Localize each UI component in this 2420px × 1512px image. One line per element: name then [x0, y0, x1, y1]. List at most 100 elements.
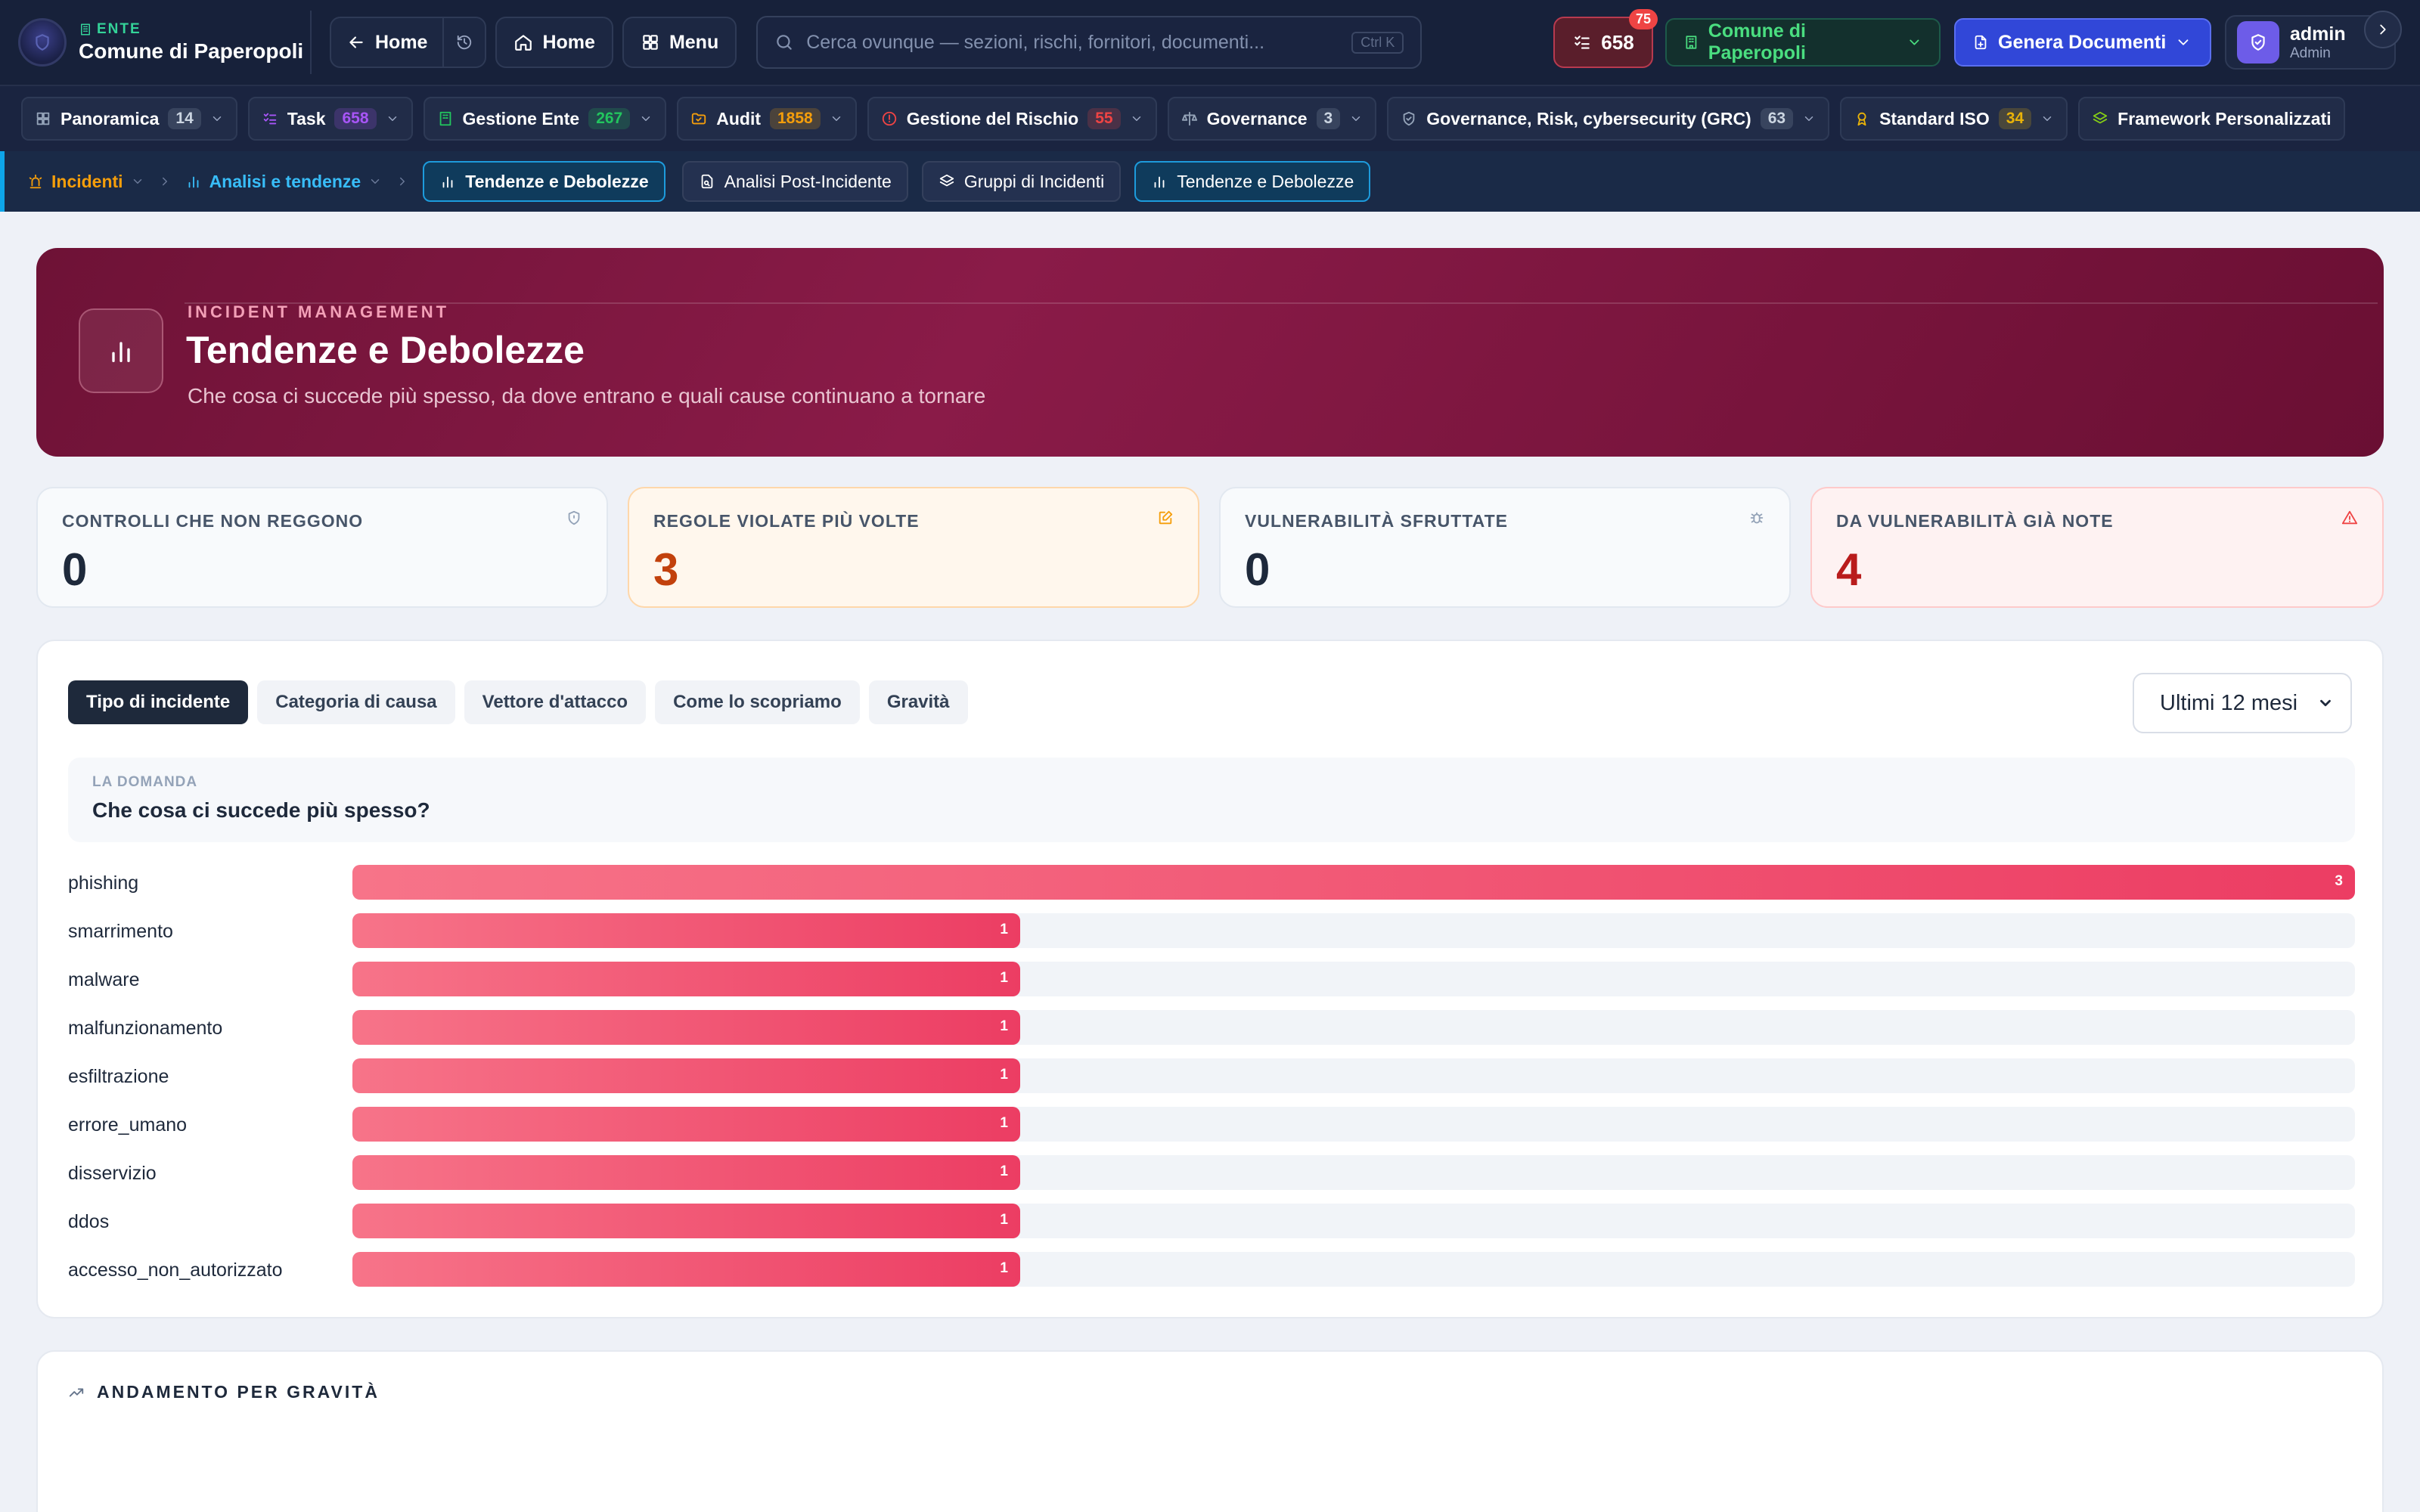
module-gestione-del-rischio[interactable]: Gestione del Rischio 55 [867, 97, 1157, 141]
period-select[interactable]: Ultimi 12 mesi [2133, 673, 2352, 733]
chevron-down-icon [2178, 39, 2189, 45]
bar-track: 1 [352, 1204, 2355, 1238]
bar: 1 [352, 962, 1020, 996]
bar-chart-icon [188, 176, 198, 188]
bar: 1 [352, 1058, 1020, 1093]
edit-icon [1159, 510, 1173, 525]
chevron-down-icon [1910, 39, 1919, 45]
folder-check-icon [692, 113, 706, 125]
brand-name: Comune di Paperopoli [79, 39, 304, 63]
history-button[interactable] [444, 18, 485, 67]
module-governance[interactable]: Governance 3 [1167, 97, 1377, 141]
module-count: 63 [1760, 108, 1794, 129]
breadcrumb-current[interactable]: Tendenze e Debolezze [423, 161, 666, 202]
module-count: 267 [588, 108, 631, 129]
bar-value: 1 [1000, 1212, 1008, 1228]
chevron-down-icon [371, 179, 380, 184]
module-audit[interactable]: Audit 1858 [677, 97, 857, 141]
bar-track: 1 [352, 962, 2355, 996]
period-value: Ultimi 12 mesi [2160, 690, 2298, 715]
bar-row: errore_umano 1 [68, 1107, 2355, 1155]
bar: 1 [352, 1204, 1020, 1238]
bar: 1 [352, 1155, 1020, 1190]
shield-icon [568, 510, 580, 525]
stat-vulnerabilita: VULNERABILITÀ SFRUTTATE 0 [1219, 487, 1791, 608]
global-search-input[interactable]: Cerca ovunque — sezioni, rischi, fornito… [756, 16, 1423, 69]
question-kicker: LA DOMANDA [92, 774, 198, 790]
bar-value: 1 [1000, 1115, 1008, 1131]
file-plus-icon [1975, 35, 1987, 50]
module-governance-risk-cybersecurity-grc[interactable]: Governance, Risk, cybersecurity (GRC) 63 [1387, 97, 1830, 141]
grid-icon [36, 112, 50, 125]
bar: 3 [352, 865, 2355, 900]
user-name: admin [2290, 23, 2346, 45]
bar-row: phishing 3 [68, 865, 2355, 913]
stat-label: CONTROLLI CHE NON REGGONO [62, 511, 364, 531]
chevron-down-icon [1351, 116, 1360, 121]
bar-track: 1 [352, 1010, 2355, 1045]
stat-label: REGOLE VIOLATE PIÙ VOLTE [653, 511, 920, 531]
bar-label: ddos [68, 1211, 110, 1232]
stat-label: DA VULNERABILITÀ GIÀ NOTE [1836, 511, 2114, 531]
trending-up-icon [69, 1388, 84, 1396]
search-shortcut: Ctrl K [1351, 31, 1404, 54]
module-framework-personalizzati[interactable]: Framework Personalizzati [2078, 97, 2345, 141]
building-icon [1686, 36, 1697, 49]
tasks-badge: 75 [1628, 9, 1658, 29]
module-count: 658 [334, 108, 377, 129]
bar: 1 [352, 1107, 1020, 1142]
module-panoramica[interactable]: Panoramica 14 [21, 97, 237, 141]
award-icon [1857, 112, 1866, 126]
chevron-right-icon [400, 177, 405, 186]
page-title: Tendenze e Debolezze [186, 329, 585, 371]
checklist-icon [263, 113, 277, 125]
modules-scroll-right-button[interactable] [2364, 11, 2402, 48]
chevron-down-icon [832, 116, 840, 121]
tab-gravita[interactable]: Gravità [868, 680, 968, 724]
building-icon [81, 23, 90, 36]
history-icon [458, 35, 472, 50]
layers-icon [939, 174, 954, 187]
link-analisi-post-incidente[interactable]: Analisi Post-Incidente [681, 161, 908, 202]
menu-button[interactable]: Menu [622, 17, 737, 68]
chevron-right-icon [162, 177, 167, 186]
grid-icon [643, 35, 658, 50]
link-tendenze-debolezze[interactable]: Tendenze e Debolezze [1134, 161, 1371, 202]
warning-icon [2341, 510, 2358, 525]
generate-documents-button[interactable]: Genera Documenti [1954, 18, 2211, 67]
back-home-button[interactable]: Home [331, 18, 445, 67]
bar-track: 3 [352, 865, 2355, 900]
ente-selector[interactable]: Comune di Paperopoli [1665, 18, 1941, 67]
question-text: Che cosa ci succede più spesso? [92, 798, 430, 822]
stat-value: 4 [1836, 544, 1862, 595]
module-gestione-ente[interactable]: Gestione Ente 267 [423, 97, 667, 141]
link-gruppi-incidenti[interactable]: Gruppi di Incidenti [921, 161, 1122, 202]
bar-track: 1 [352, 1107, 2355, 1142]
bar-chart-icon [442, 176, 453, 188]
checklist-icon [1575, 36, 1590, 49]
bar-value: 1 [1000, 1067, 1008, 1083]
bar-label: malfunzionamento [68, 1018, 223, 1039]
home-button[interactable]: Home [495, 17, 613, 68]
stat-controlli: CONTROLLI CHE NON REGGONO 0 [36, 487, 608, 608]
tab-tipo-incidente[interactable]: Tipo di incidente [68, 680, 249, 724]
breadcrumb-analisi-tendenze[interactable]: Analisi e tendenze [185, 172, 383, 192]
module-bar: Panoramica 14 Task 658 Gestione Ente 267 Audit… [0, 85, 2420, 151]
tab-come-scopriamo[interactable]: Come lo scopriamo [655, 680, 860, 724]
avatar [2237, 21, 2279, 64]
brand[interactable]: ENTE Comune di Paperopoli [18, 11, 312, 74]
module-task[interactable]: Task 658 [247, 97, 413, 141]
bar-value: 1 [1000, 922, 1008, 937]
layers-icon [2093, 111, 2108, 124]
bar: 1 [352, 1252, 1020, 1287]
tab-vettore-attacco[interactable]: Vettore d'attacco [464, 680, 647, 724]
bar-value: 1 [1000, 1163, 1008, 1179]
trend-title: ANDAMENTO PER GRAVITÀ [68, 1382, 380, 1402]
tasks-button[interactable]: 658 75 [1553, 9, 1658, 68]
bar-label: malware [68, 969, 140, 990]
bar-label: errore_umano [68, 1114, 188, 1136]
tab-categoria-causa[interactable]: Categoria di causa [257, 680, 455, 724]
module-standard-iso[interactable]: Standard ISO 34 [1840, 97, 2068, 141]
bar: 1 [352, 913, 1020, 948]
breadcrumb-incidenti[interactable]: Incidenti [27, 172, 144, 192]
